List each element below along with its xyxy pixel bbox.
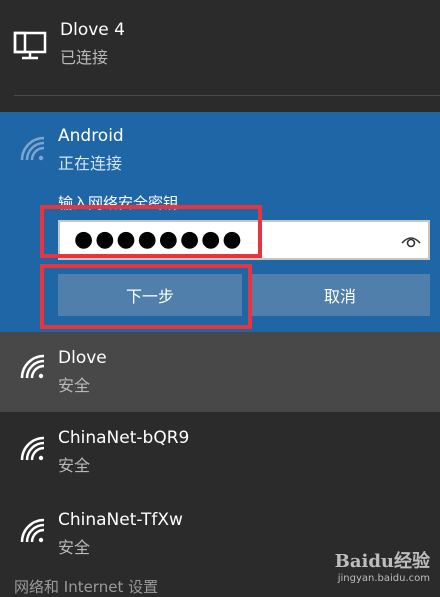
network-item-dlove[interactable]: Dlove 安全 bbox=[0, 332, 440, 412]
network-status: 正在连接 bbox=[58, 154, 123, 173]
network-item-dlove4[interactable]: Dlove 4 已连接 bbox=[0, 0, 440, 96]
cancel-button[interactable]: 取消 bbox=[250, 274, 430, 316]
password-input[interactable]: ●●●●●●●● bbox=[58, 220, 430, 260]
network-name: Dlove 4 bbox=[60, 20, 125, 40]
wifi-icon bbox=[20, 518, 45, 543]
eye-icon[interactable] bbox=[400, 232, 422, 250]
ethernet-monitor-icon bbox=[13, 31, 47, 60]
wifi-icon bbox=[20, 354, 45, 379]
watermark-url: jingyan.baidu.com bbox=[337, 573, 430, 584]
network-item-chinanet-bqr9[interactable]: ChinaNet-bQR9 安全 bbox=[0, 414, 440, 494]
watermark-logo: Baidu经验 bbox=[334, 551, 430, 572]
password-label: 输入网络安全密钥 bbox=[58, 194, 179, 212]
network-status: 安全 bbox=[58, 538, 91, 557]
network-status: 安全 bbox=[58, 376, 91, 395]
network-name: Dlove bbox=[58, 348, 107, 368]
next-button[interactable]: 下一步 bbox=[58, 274, 242, 316]
network-settings-link[interactable]: 网络和 Internet 设置 bbox=[14, 576, 158, 597]
network-item-android[interactable]: Android 正在连接 输入网络安全密钥 ●●●●●●●● 下一步 取消 bbox=[0, 112, 440, 332]
network-name: ChinaNet-bQR9 bbox=[58, 428, 190, 448]
network-status: 安全 bbox=[58, 456, 91, 475]
network-name: ChinaNet-TfXw bbox=[58, 510, 183, 530]
divider bbox=[14, 95, 440, 96]
network-status: 已连接 bbox=[60, 48, 109, 67]
wifi-icon bbox=[20, 436, 45, 461]
password-value: ●●●●●●●● bbox=[74, 227, 244, 252]
baidu-watermark: Baidu经验 jingyan.baidu.com bbox=[335, 547, 430, 584]
wifi-icon bbox=[20, 136, 45, 161]
network-name: Android bbox=[58, 126, 124, 146]
